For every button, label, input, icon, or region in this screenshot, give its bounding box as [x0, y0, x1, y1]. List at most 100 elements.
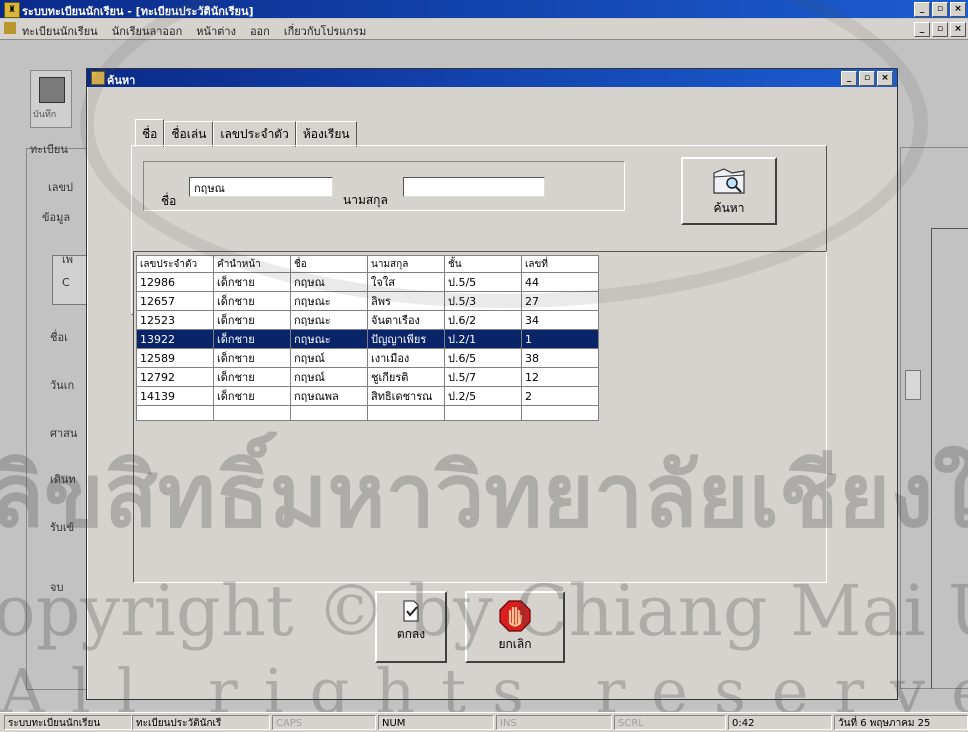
menu-bar: ทะเบียนนักเรียน นักเรียนลาออก หน้าต่าง อ… [0, 19, 968, 40]
col-class[interactable]: ชั้น [444, 255, 522, 273]
child-close-button[interactable]: × [950, 22, 966, 37]
menu-window[interactable]: หน้าต่าง [196, 22, 236, 40]
document-check-icon [403, 600, 419, 622]
child-minimize-button[interactable]: _ [914, 22, 930, 37]
background-right-button[interactable] [905, 370, 921, 400]
close-button[interactable]: × [950, 2, 966, 17]
save-label: บันทึก [33, 110, 57, 120]
status-ins: INS [496, 715, 612, 730]
status-scrl: SCRL [614, 715, 726, 730]
status-caps: CAPS [272, 715, 376, 730]
app-window-controls: _ ▫ × [914, 2, 966, 17]
child-maximize-button[interactable]: ▫ [932, 22, 948, 37]
search-tabs: ชื่อ ชื่อเล่น เลขประจำตัว ห้องเรียน [135, 119, 357, 147]
background-label-birthdate: วันเก [50, 379, 75, 392]
dialog-close-button[interactable]: × [877, 71, 893, 86]
cell-first-name: กฤษณ์ [290, 367, 368, 387]
minimize-button[interactable]: _ [914, 2, 930, 17]
col-last-name[interactable]: นามสกุล [367, 255, 445, 273]
menu-student-resign[interactable]: นักเรียนลาออก [112, 22, 183, 40]
cell-first-name: กฤษณะ [290, 329, 368, 349]
cell-class: ป.5/7 [444, 367, 522, 387]
cell-class: ป.5/3 [444, 291, 522, 311]
cell-class: ป.6/5 [444, 348, 522, 368]
menu-exit[interactable]: ออก [250, 22, 270, 40]
table-row[interactable]: 12792 เด็กชาย กฤษณ์ ชูเกียรติ ป.5/7 12 [136, 367, 599, 387]
cell-last-name: จันตาเรือง [367, 310, 445, 330]
document-icon [4, 22, 16, 34]
status-form-name: ทะเบียนประวัตินักเรี [132, 715, 270, 730]
cell-last-name: เงาเมือง [367, 348, 445, 368]
search-dialog-title: ค้นหา [107, 74, 136, 87]
cell-prefix: เด็กชาย [213, 310, 291, 330]
cell-student-id: 12792 [136, 367, 214, 387]
background-label-admitted: รับเข้ [50, 521, 75, 534]
cell-prefix: เด็กชาย [213, 329, 291, 349]
cell-number: 27 [521, 291, 599, 311]
menu-student-registry[interactable]: ทะเบียนนักเรียน [22, 22, 98, 40]
cell-last-name: สิทธิเดชารณ [367, 386, 445, 406]
background-label-id: เลขป [48, 181, 74, 194]
cancel-button[interactable]: ยกเลิก [465, 591, 565, 663]
stop-hand-icon [499, 600, 531, 632]
tab-nickname[interactable]: ชื่อเล่น [164, 121, 214, 147]
table-row[interactable]: 14139 เด็กชาย กฤษณพล สิทธิเดชารณ ป.2/5 2 [136, 386, 599, 406]
cell-class [444, 405, 522, 421]
status-bar: ระบบทะเบียนนักเรียน ทะเบียนประวัตินักเรี… [0, 712, 968, 732]
col-student-id[interactable]: เลขประจำตัว [136, 255, 214, 273]
tab-classroom[interactable]: ห้องเรียน [295, 121, 357, 147]
last-name-input[interactable] [403, 177, 545, 197]
cell-first-name: กฤษณะ [290, 291, 368, 311]
results-panel: เลขประจำตัว คำนำหน้า ชื่อ นามสกุล ชั้น เ… [133, 251, 827, 583]
floppy-disk-icon [39, 77, 65, 103]
cell-number: 1 [521, 329, 599, 349]
first-name-label: ชื่อ [161, 194, 177, 208]
table-row[interactable]: 12589 เด็กชาย กฤษณ์ เงาเมือง ป.6/5 38 [136, 348, 599, 368]
dialog-maximize-button[interactable]: ▫ [859, 71, 875, 86]
results-body: 12986 เด็กชาย กฤษณ ใจใส ป.5/5 44 12657 เด็กชายก… [136, 272, 599, 421]
cell-number: 44 [521, 272, 599, 292]
cell-last-name: ชูเกียรติ [367, 367, 445, 387]
search-button-label: ค้นหา [713, 201, 745, 215]
ok-button[interactable]: ตกลง [375, 591, 447, 663]
cell-student-id: 12589 [136, 348, 214, 368]
cell-prefix: เด็กชาย [213, 272, 291, 292]
cell-prefix: เด็กชาย [213, 291, 291, 311]
last-name-label: นามสกุล [343, 193, 388, 207]
dialog-minimize-button[interactable]: _ [841, 71, 857, 86]
cell-student-id: 12657 [136, 291, 214, 311]
table-row[interactable]: 13922 เด็กชาย กฤษณะ ปัญญาเพียร ป.2/1 1 [136, 329, 599, 349]
maximize-button[interactable]: ▫ [932, 2, 948, 17]
table-row[interactable]: 12986 เด็กชาย กฤษณ ใจใส ป.5/5 44 [136, 272, 599, 292]
cell-last-name: ใจใส [367, 272, 445, 292]
cell-last-name: ลิพร [367, 291, 445, 311]
table-row[interactable] [136, 405, 599, 421]
ok-button-label: ตกลง [396, 627, 426, 641]
cell-prefix [213, 405, 291, 421]
table-row[interactable]: 12523 เด็กชาย กฤษณะ จันตาเรือง ป.6/2 34 [136, 310, 599, 330]
background-label-religion: ศาสน [50, 427, 78, 440]
table-row[interactable]: 12657 เด็กชาย กฤษณะ ลิพร ป.5/3 27 [136, 291, 599, 311]
tab-first-name[interactable]: ชื่อ [135, 119, 165, 147]
cell-last-name [367, 405, 445, 421]
background-right-panel [900, 147, 968, 689]
status-num: NUM [378, 715, 494, 730]
app-title: ระบบทะเบียนนักเรียน - [ทะเบียนประวัตินัก… [22, 5, 254, 18]
child-window-controls: _ ▫ × [914, 22, 966, 37]
cell-class: ป.6/2 [444, 310, 522, 330]
tab-student-id[interactable]: เลขประจำตัว [213, 121, 296, 147]
background-label-graduated: จบ [50, 581, 64, 594]
menu-about[interactable]: เกี่ยวกับโปรแกรม [284, 22, 366, 40]
cell-first-name: กฤษณะ [290, 310, 368, 330]
cell-first-name: กฤษณพล [290, 386, 368, 406]
cell-class: ป.5/5 [444, 272, 522, 292]
col-first-name[interactable]: ชื่อ [290, 255, 368, 273]
save-toolbar-button[interactable]: บันทึก [30, 70, 72, 128]
search-button[interactable]: ค้นหา [681, 157, 777, 225]
col-number[interactable]: เลขที่ [521, 255, 599, 273]
cell-first-name [290, 405, 368, 421]
app-icon: ♜ [4, 2, 20, 18]
first-name-input[interactable]: กฤษณ [189, 177, 333, 197]
col-prefix[interactable]: คำนำหน้า [213, 255, 291, 273]
cell-number: 34 [521, 310, 599, 330]
